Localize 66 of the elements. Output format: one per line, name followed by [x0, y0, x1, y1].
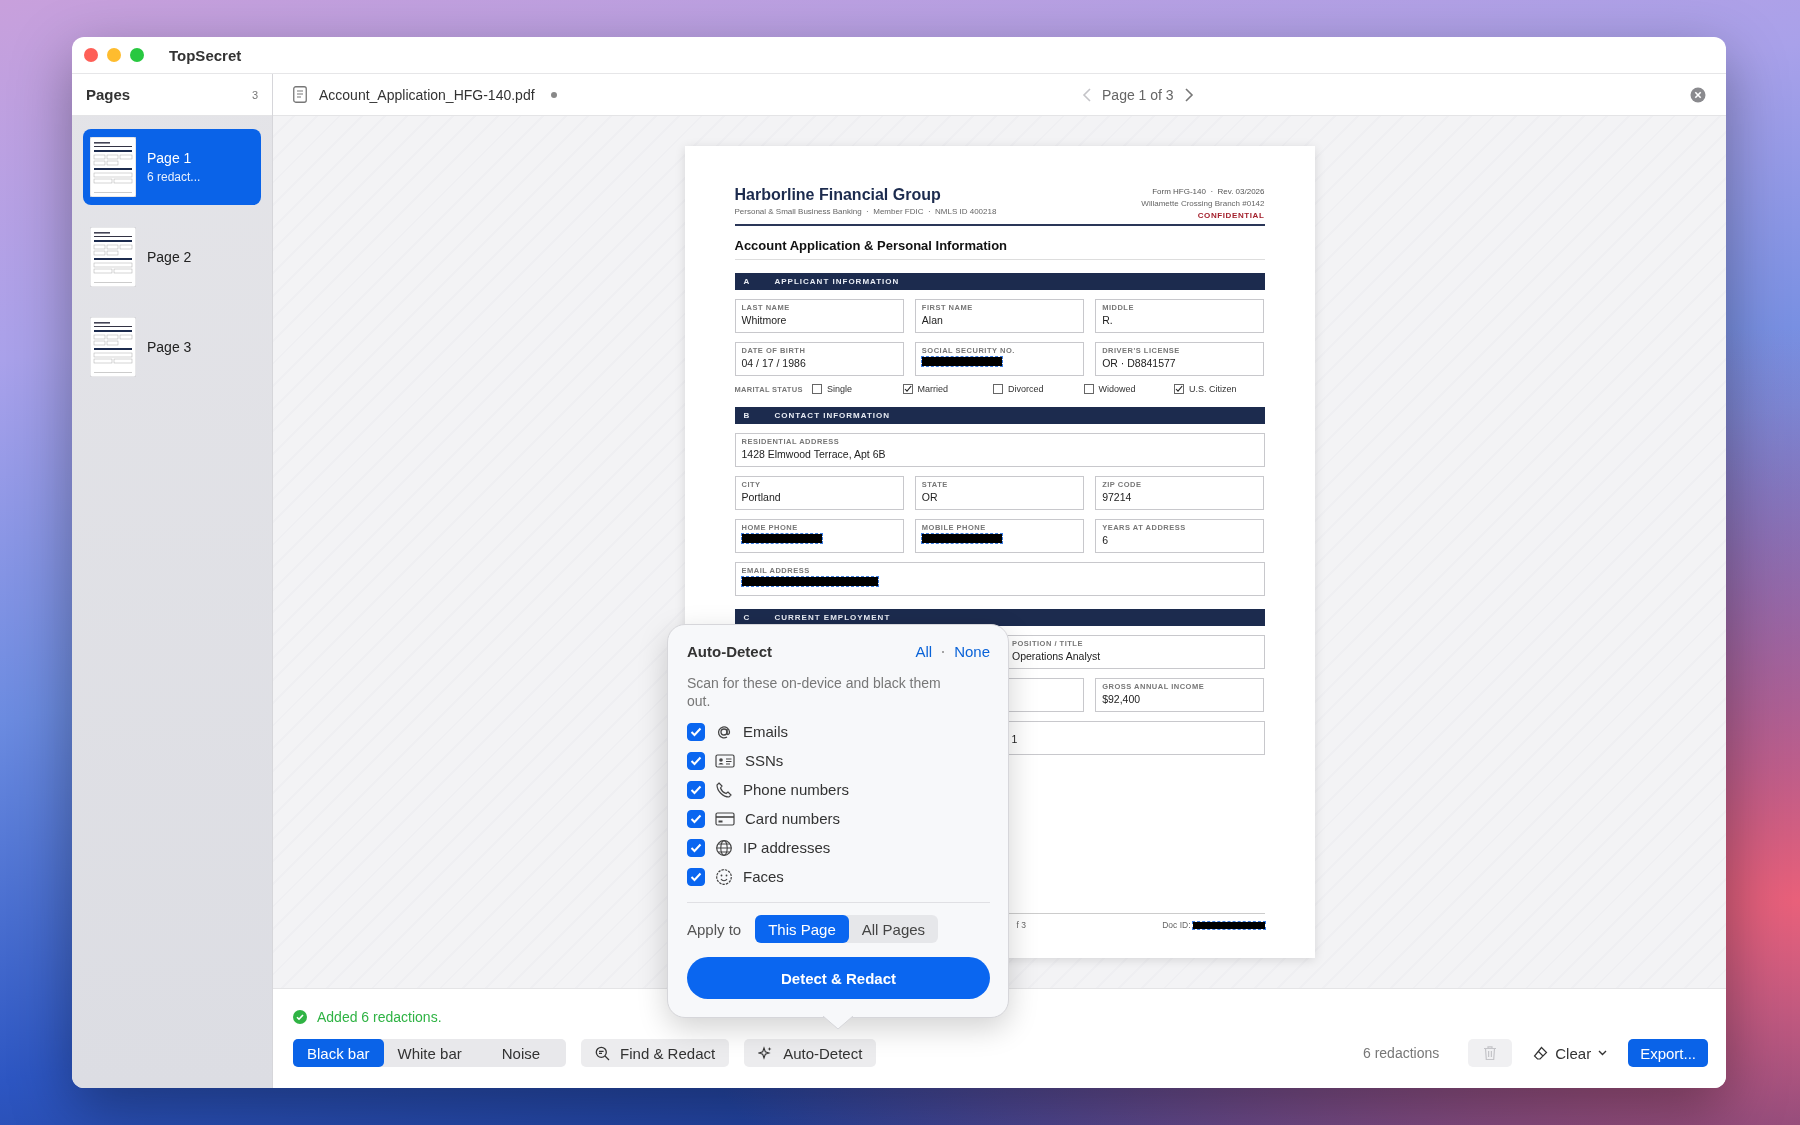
page-label: Page 1: [147, 150, 193, 166]
field-value: 1428 Elmwood Terrace, Apt 6B: [741, 448, 886, 460]
section-header: A APPLICANT INFORMATION: [734, 273, 1265, 290]
detection-type-label: Card numbers: [745, 810, 841, 828]
checkbox-label: U.S. Citizen: [1189, 384, 1237, 394]
field-value: R.: [1102, 314, 1113, 326]
field-value: Operations Analyst: [1012, 650, 1101, 662]
field-value: Whitmore: [741, 314, 787, 326]
page-count: 3: [251, 88, 258, 101]
field-value: Portland: [741, 491, 781, 503]
company-name: Harborline Financial Group: [734, 186, 942, 204]
page-item[interactable]: Page 3: [83, 309, 261, 385]
company-tagline: Personal & Small Business Banking · Member FDIC · NMLS ID 400218: [734, 207, 997, 216]
scope-option[interactable]: All Pages: [848, 915, 939, 944]
form-number: Form HFG-140 · Rev. 03/2026: [1152, 187, 1265, 196]
confidential-label: CONFIDENTIAL: [1197, 211, 1265, 220]
field-value: OR · D8841577: [1102, 357, 1176, 369]
popover-description: Scan for these on-device and black them out.: [687, 674, 942, 711]
export-button[interactable]: Export...: [1628, 1039, 1708, 1067]
clear-button[interactable]: Clear: [1527, 1039, 1614, 1067]
checkbox-label: Single: [827, 384, 853, 394]
select-none-link[interactable]: None: [954, 643, 990, 660]
scope-option[interactable]: This Page: [755, 915, 849, 944]
checkbox-label: Married: [917, 384, 949, 394]
redaction-summary: 6 redact...: [147, 170, 201, 184]
field-value: 97214: [1102, 491, 1132, 503]
field-value: 1: [1010, 733, 1018, 745]
select-all-link[interactable]: All: [915, 643, 933, 660]
popover-title: Auto-Detect: [687, 643, 772, 660]
section-header: B CONTACT INFORMATION: [734, 407, 1265, 424]
apply-to-label: Apply to: [687, 920, 742, 938]
field-value: Alan: [921, 314, 943, 326]
style-option[interactable]: Black bar: [293, 1039, 384, 1067]
field-value: OR: [921, 491, 938, 503]
tool-button[interactable]: Auto-Detect: [744, 1039, 877, 1067]
field-value: 04 / 17 / 1986: [741, 357, 806, 369]
file-name: Account_Application_HFG-140.pdf: [319, 86, 535, 103]
redaction-count: 6 redactions: [1363, 1045, 1440, 1061]
page-item[interactable]: Page 2: [83, 219, 261, 295]
doc-id-label: Doc ID:: [1162, 920, 1191, 930]
detection-type-label: Faces: [743, 868, 784, 886]
form-title: Account Application & Personal Information: [734, 238, 1265, 260]
status-message: Added 6 redactions.: [317, 1009, 442, 1025]
redaction-style-control[interactable]: Black bar White bar Noise: [293, 1039, 567, 1067]
style-option[interactable]: Noise: [475, 1039, 567, 1067]
detection-type-label: Phone numbers: [743, 781, 849, 799]
page-footer-number: f 3: [1016, 920, 1026, 930]
tool-button[interactable]: Find & Redact: [581, 1039, 730, 1067]
detection-type-label: IP addresses: [743, 839, 831, 857]
style-option[interactable]: White bar: [383, 1039, 476, 1067]
detection-type-label: SSNs: [745, 752, 784, 770]
detect-redact-button[interactable]: Detect & Redact: [687, 957, 990, 1000]
field-value: $92,400: [1102, 693, 1141, 705]
page-item[interactable]: Page 1 6 redact...: [83, 129, 261, 205]
page-indicator: Page 1 of 3: [1102, 86, 1174, 103]
section-header: C CURRENT EMPLOYMENT: [734, 609, 1265, 626]
detection-type-label: Emails: [743, 723, 788, 741]
sidebar-title: Pages: [86, 86, 131, 103]
checkbox-label: Divorced: [1008, 384, 1044, 394]
page-label: Page 3: [147, 339, 192, 355]
field-value: 6: [1102, 534, 1108, 546]
window-title: TopSecret: [169, 46, 242, 64]
checkbox-label: Widowed: [1098, 384, 1136, 394]
scope-control[interactable]: This Page All Pages: [755, 915, 939, 944]
branch-name: Willamette Crossing Branch #0142: [1141, 199, 1265, 208]
page-label: Page 2: [147, 249, 192, 265]
